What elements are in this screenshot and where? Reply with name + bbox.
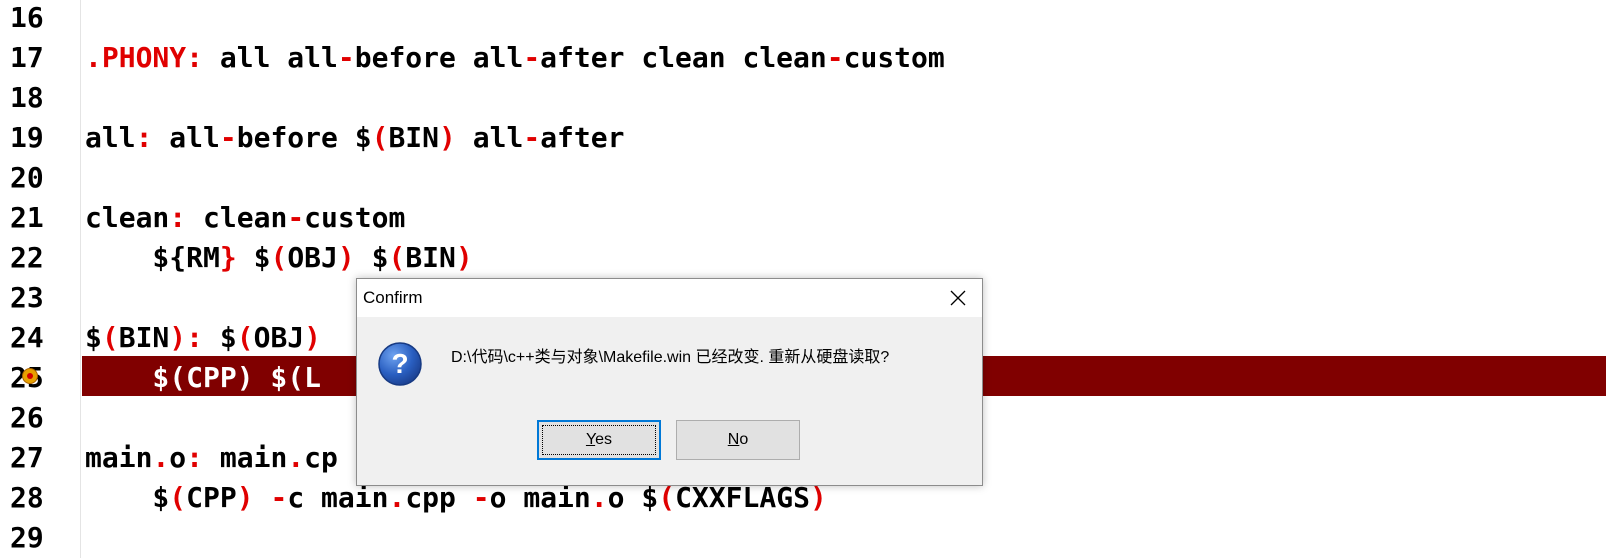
question-icon: ?: [378, 342, 422, 386]
code-line[interactable]: all: all-before $(BIN) all-after: [85, 118, 624, 158]
line-number: 29: [10, 521, 44, 554]
code-line[interactable]: main.o: main.cp: [85, 438, 338, 478]
line-number-gutter: 1617181920212223242526272829: [0, 0, 81, 558]
line-number: 17: [10, 41, 44, 74]
code-line[interactable]: .PHONY: all all-before all-after clean c…: [85, 38, 945, 78]
code-line-active[interactable]: $(CPP) $(L: [85, 358, 321, 398]
dialog-title: Confirm: [363, 288, 423, 307]
code-line[interactable]: $(BIN): $(OBJ): [85, 318, 321, 358]
focus-ring: [542, 425, 656, 455]
breakpoint-icon[interactable]: [22, 368, 38, 384]
no-button-label: No: [727, 431, 749, 448]
yes-button[interactable]: Yes: [537, 420, 661, 460]
line-number: 20: [10, 161, 44, 194]
line-number: 19: [10, 121, 44, 154]
code-line[interactable]: ${RM} $(OBJ) $(BIN): [85, 238, 472, 278]
line-number: 24: [10, 321, 44, 354]
dialog-message: D:\代码\c++类与对象\Makefile.win 已经改变. 重新从硬盘读取…: [451, 349, 890, 366]
confirm-dialog: Confirm ? D:\代码\c++类与对象\Makefile.win 已经改…: [356, 278, 983, 486]
close-button[interactable]: [934, 279, 982, 317]
line-number: 26: [10, 401, 44, 434]
line-number: 23: [10, 281, 44, 314]
line-number: 28: [10, 481, 44, 514]
line-number: 16: [10, 1, 44, 34]
line-number: 18: [10, 81, 44, 114]
close-icon: [950, 290, 966, 306]
no-button[interactable]: No: [676, 420, 800, 460]
line-number: 27: [10, 441, 44, 474]
dialog-titlebar[interactable]: Confirm: [357, 279, 982, 317]
line-number: 21: [10, 201, 44, 234]
svg-text:?: ?: [391, 348, 408, 379]
line-number: 22: [10, 241, 44, 274]
code-line[interactable]: clean: clean-custom: [85, 198, 405, 238]
